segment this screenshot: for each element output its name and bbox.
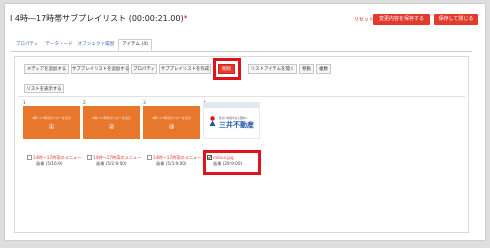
slide-caption: 4時〜17時帯ポスターを表示 xyxy=(152,116,191,120)
item-duration: 画像 (5/2:9:00) xyxy=(96,161,127,166)
slide-caption: 4時〜17時帯ポスターを表示 xyxy=(32,116,71,120)
items-panel xyxy=(14,56,469,233)
item-thumbnail[interactable]: 住まいを探すなら国内へ 三井不動産 xyxy=(203,102,260,139)
open-list-item-button[interactable]: リストアイテムを開く xyxy=(248,64,297,74)
slide-number: ① xyxy=(48,123,55,131)
save-and-close-button[interactable]: 保存して閉じる xyxy=(434,14,478,25)
delete-button-highlight xyxy=(213,58,241,80)
create-sub-playlist-button[interactable]: サブプレイリストを作成 xyxy=(159,64,211,74)
tab-bar: プロパティ データ・ード オブジェクト履歴 アイテム (4) xyxy=(10,39,472,52)
move-button[interactable]: 移動 xyxy=(299,64,314,74)
divider xyxy=(18,96,465,97)
item-checkbox[interactable] xyxy=(87,155,92,160)
item-thumbnail[interactable]: 4時〜17時帯ポスターを表示 ③ xyxy=(143,106,200,139)
tab-object-history[interactable]: オブジェクト履歴 xyxy=(76,40,116,50)
reset-link[interactable]: リセット xyxy=(354,16,374,23)
selected-item-highlight xyxy=(203,150,261,175)
item-checkbox[interactable] xyxy=(27,155,32,160)
page-title-text: I 4時―17時帯サブプレイリスト (00:00:21.00) xyxy=(10,14,184,23)
item-duration: 画像 (5/16:9) xyxy=(36,161,63,166)
thumbnail-header-strip xyxy=(204,103,259,108)
item-duration: 画像 (5/3:9:00) xyxy=(156,161,187,166)
item-thumbnail[interactable]: 4時〜17時帯ポスターを表示 ② xyxy=(83,106,140,139)
properties-button[interactable]: プロパティ xyxy=(131,64,157,74)
duplicate-button[interactable]: 複数 xyxy=(316,64,331,74)
add-media-button[interactable]: メディアを追加する xyxy=(24,64,69,74)
page-title: I 4時―17時帯サブプレイリスト (00:00:21.00)* xyxy=(10,13,188,24)
item-checkbox[interactable] xyxy=(147,155,152,160)
company-logo-icon xyxy=(209,116,216,126)
item-thumbnail[interactable]: 4時〜17時帯ポスターを表示 ① xyxy=(23,106,80,139)
logo-wordmark: 三井不動産 xyxy=(219,121,254,129)
tab-items[interactable]: アイテム (4) xyxy=(118,39,152,51)
save-button[interactable]: 変更内容を保存する xyxy=(373,14,430,25)
slide-number: ③ xyxy=(168,123,175,131)
tab-data-mode[interactable]: データ・ード xyxy=(44,40,74,50)
slide-number: ② xyxy=(108,123,115,131)
show-list-button[interactable]: リストを表示する xyxy=(24,84,64,93)
add-sub-playlist-button[interactable]: サブプレイリストを追加する xyxy=(71,64,129,74)
tab-properties[interactable]: プロパティ xyxy=(14,40,40,50)
slide-caption: 4時〜17時帯ポスターを表示 xyxy=(92,116,131,120)
required-mark: * xyxy=(183,14,188,23)
